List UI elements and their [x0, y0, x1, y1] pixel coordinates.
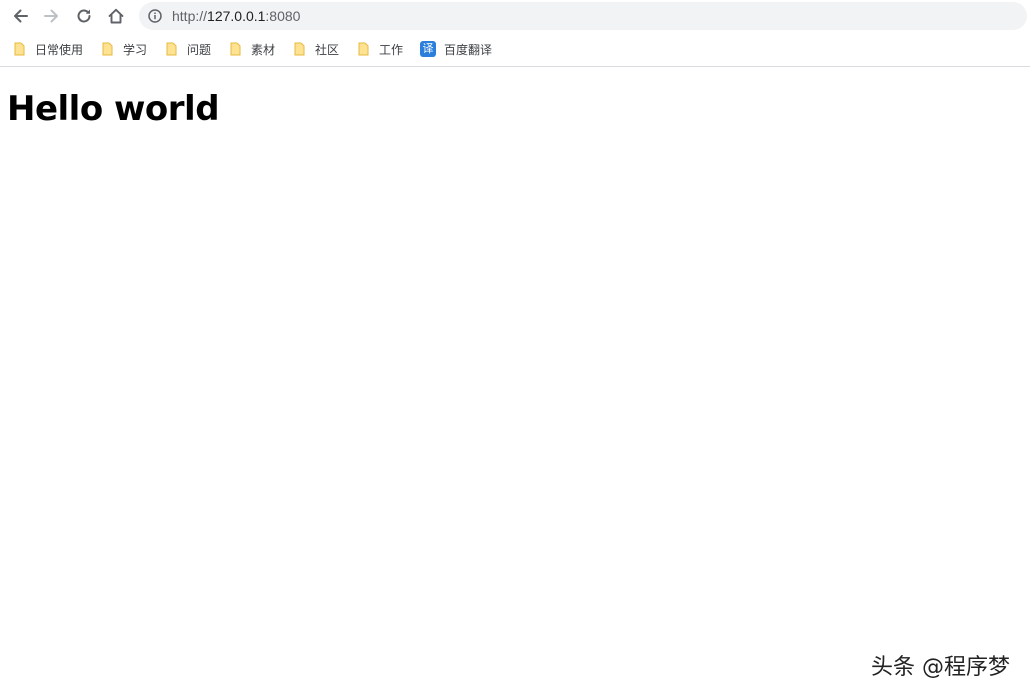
bookmark-richang[interactable]: 日常使用 [14, 39, 83, 59]
page-content: Hello world 头条 @程序梦 [0, 67, 1030, 695]
folder-icon [230, 42, 241, 56]
url-text[interactable]: http://127.0.0.1:8080 [172, 2, 300, 30]
browser-toolbar: http://127.0.0.1:8080 [0, 0, 1030, 33]
folder-icon [358, 42, 369, 56]
forward-button[interactable] [39, 3, 65, 29]
home-button[interactable] [103, 3, 129, 29]
bookmark-label: 工作 [379, 42, 404, 57]
reload-button[interactable] [71, 3, 97, 29]
bookmark-label: 社区 [315, 42, 340, 57]
bookmarks-bar: 日常使用 学习 问题 素材 社区 工作 译 百度翻译 [0, 33, 1030, 67]
bookmark-xuexi[interactable]: 学习 [102, 39, 147, 59]
info-icon[interactable] [148, 9, 162, 23]
bookmark-label: 素材 [251, 42, 276, 57]
back-button[interactable] [7, 3, 33, 29]
page-heading: Hello world [7, 89, 220, 129]
arrow-right-icon [44, 9, 58, 23]
address-bar[interactable]: http://127.0.0.1:8080 [139, 2, 1027, 30]
bookmark-label: 日常使用 [35, 42, 84, 57]
watermark-text: 头条 @程序梦 [871, 655, 1010, 680]
home-icon [108, 8, 124, 24]
url-port: :8080 [265, 8, 301, 24]
bookmark-wenti[interactable]: 问题 [166, 39, 211, 59]
bookmark-gongzuo[interactable]: 工作 [358, 39, 403, 59]
folder-icon [166, 42, 177, 56]
reload-icon [77, 9, 91, 23]
bookmark-label: 百度翻译 [444, 42, 493, 57]
bookmark-label: 学习 [123, 42, 148, 57]
bookmark-label: 问题 [187, 42, 212, 57]
bookmark-baidu-fanyi[interactable]: 译 百度翻译 [420, 39, 492, 59]
fanyi-icon: 译 [420, 41, 436, 57]
folder-icon [294, 42, 305, 56]
folder-icon [102, 42, 113, 56]
bookmark-sucai[interactable]: 素材 [230, 39, 275, 59]
arrow-left-icon [14, 9, 28, 23]
bookmark-shequ[interactable]: 社区 [294, 39, 339, 59]
folder-icon [14, 42, 25, 56]
url-scheme: http:// [172, 8, 208, 24]
url-host: 127.0.0.1 [207, 8, 266, 24]
